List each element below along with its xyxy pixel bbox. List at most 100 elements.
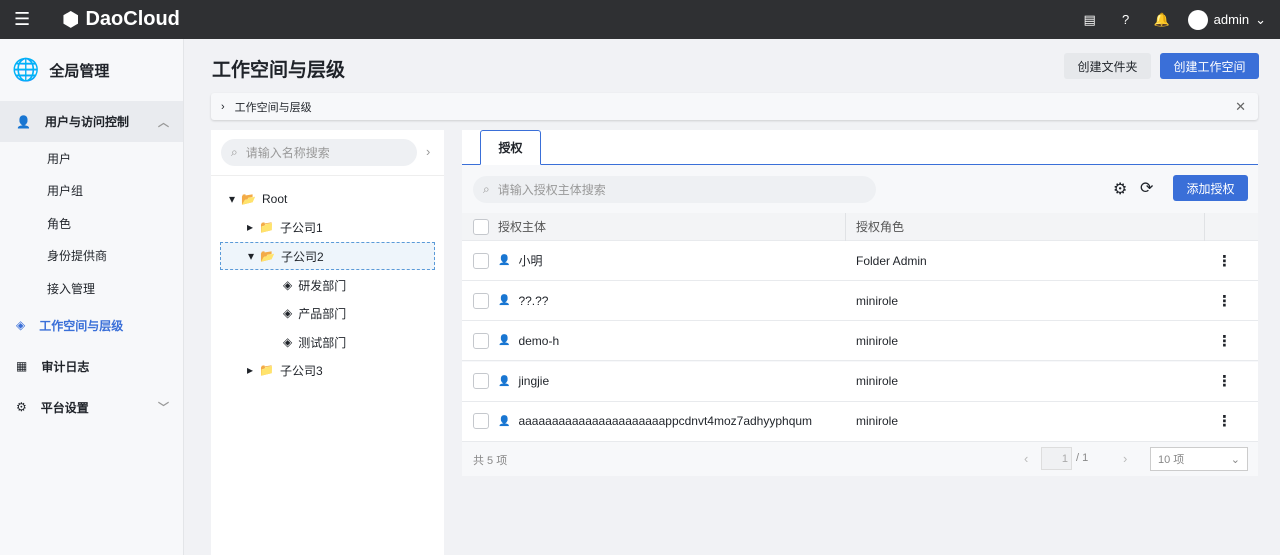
table-row: 👤 demo-h minirole ⋮ xyxy=(462,321,1258,362)
page-size-select[interactable]: 10 项 ⌄ xyxy=(1150,447,1248,471)
sidebar-item-roles[interactable]: 角色 xyxy=(0,207,183,240)
sidebar-header: 🌐 全局管理 xyxy=(0,39,183,101)
label: 工作空间与层级 xyxy=(39,318,124,333)
tree-search-input[interactable]: ⌕ 请输入名称搜索 xyxy=(221,139,417,166)
workspace-icon: ◈ xyxy=(283,278,293,292)
user-gear-icon: 👤 xyxy=(16,114,31,129)
tab-authorization[interactable]: 授权 xyxy=(480,130,541,165)
next-page-icon[interactable]: › xyxy=(1123,451,1127,466)
more-actions-icon[interactable]: ⋮ xyxy=(1217,292,1232,310)
role: minirole xyxy=(856,333,899,348)
label: 用户与访问控制 xyxy=(44,115,129,129)
workspace-icon: ◈ xyxy=(283,335,293,349)
search-icon: ⌕ xyxy=(231,145,238,159)
label: 测试部门 xyxy=(298,335,347,350)
tree-node-selected[interactable]: ▾ 📂 子公司2 xyxy=(220,242,435,270)
table-row: 👤 aaaaaaaaaaaaaaaaaaaaaappcdnvt4moz7adhyy… xyxy=(462,401,1258,442)
close-icon[interactable]: ✕ xyxy=(1235,99,1246,115)
authorization-panel: 授权 ⌕ 请输入授权主体搜索 ⚙ ⟳ 添加授权 授权主体 授权角色 👤 小明 Folde… xyxy=(462,130,1258,476)
sidebar-item-users[interactable]: 用户 xyxy=(0,142,183,175)
tree-node[interactable]: ◈ 研发部门 xyxy=(283,271,346,299)
label: 子公司1 xyxy=(279,220,323,235)
sidebar-item-access-control[interactable]: 👤 用户与访问控制 ︿ xyxy=(0,101,183,142)
caret-down-icon: ▾ xyxy=(248,249,255,263)
folder-icon: 📂 xyxy=(260,249,275,263)
globe-icon: 🌐 xyxy=(12,57,40,82)
tree-node[interactable]: ◈ 测试部门 xyxy=(283,328,346,356)
caret-right-icon: ▸ xyxy=(247,363,254,377)
sidebar-item-access[interactable]: 接入管理 xyxy=(0,272,183,305)
tree-node[interactable]: ◈ 产品部门 xyxy=(283,299,346,327)
settings-icon[interactable]: ⚙ xyxy=(1113,179,1127,199)
page-title: 工作空间与层级 xyxy=(212,60,346,81)
role: minirole xyxy=(856,374,899,389)
create-workspace-button[interactable]: 创建工作空间 xyxy=(1160,53,1259,79)
sidebar-item-idp[interactable]: 身份提供商 xyxy=(0,240,183,273)
more-actions-icon[interactable]: ⋮ xyxy=(1217,332,1232,350)
breadcrumb-item[interactable]: 工作空间与层级 xyxy=(235,99,312,115)
subject-search-input[interactable]: ⌕ 请输入授权主体搜索 xyxy=(473,176,876,203)
select-all-checkbox[interactable] xyxy=(473,218,489,235)
daocloud-logo-icon: ⬢ xyxy=(62,9,80,31)
more-actions-icon[interactable]: ⋮ xyxy=(1217,372,1232,390)
row-checkbox[interactable] xyxy=(473,413,489,430)
user-menu[interactable]: admin ⌄ xyxy=(1187,9,1266,30)
role: Folder Admin xyxy=(856,253,927,268)
total-count: 共 5 项 xyxy=(473,455,508,467)
sidebar-item-groups[interactable]: 用户组 xyxy=(0,175,183,208)
page-size-value: 10 项 xyxy=(1158,454,1185,466)
row-checkbox[interactable] xyxy=(473,252,489,269)
chevron-down-icon: ﹀ xyxy=(158,402,169,414)
tree-node-root[interactable]: ▾ 📂 Root xyxy=(229,185,287,213)
placeholder: 请输入授权主体搜索 xyxy=(497,183,606,197)
tree-node[interactable]: ▸ 📁 子公司1 xyxy=(247,213,323,241)
column-header-role: 授权角色 xyxy=(856,220,905,234)
subject: aaaaaaaaaaaaaaaaaaaaaappcdnvt4moz7adhyyp… xyxy=(518,414,813,429)
row-checkbox[interactable] xyxy=(473,292,489,309)
chart-icon: ▦ xyxy=(16,359,28,373)
brand-name: DaoCloud xyxy=(85,8,180,30)
sidebar-title: 全局管理 xyxy=(49,62,110,80)
refresh-icon[interactable]: ⟳ xyxy=(1140,178,1153,198)
help-icon[interactable]: ? xyxy=(1116,10,1136,30)
prev-page-icon[interactable]: ‹ xyxy=(1024,451,1028,466)
folder-tree: ⌕ 请输入名称搜索 › ▾ 📂 Root ▸ 📁 子公司1 ▾ 📂 子公司2 ◈ 研发部门 ◈ 产… xyxy=(211,130,444,555)
folder-icon: 📂 xyxy=(241,192,256,206)
workspace-icon: ◈ xyxy=(283,306,293,320)
label: 审计日志 xyxy=(41,359,90,374)
menu-icon[interactable]: ☰ xyxy=(14,9,32,30)
label: 研发部门 xyxy=(298,278,347,293)
more-actions-icon[interactable]: ⋮ xyxy=(1217,252,1232,270)
subject: ??.?? xyxy=(518,293,549,308)
username: admin xyxy=(1213,12,1250,27)
column-header-subject: 授权主体 xyxy=(498,220,547,234)
add-authorization-button[interactable]: 添加授权 xyxy=(1173,175,1248,201)
create-folder-button[interactable]: 创建文件夹 xyxy=(1064,53,1151,79)
row-checkbox[interactable] xyxy=(473,373,489,390)
caret-down-icon: ▾ xyxy=(229,192,236,206)
sidebar-item-workspace[interactable]: ◈ 工作空间与层级 xyxy=(0,305,183,346)
caret-right-icon: ▸ xyxy=(247,220,254,234)
page-input[interactable]: 1 xyxy=(1041,447,1072,470)
collapse-icon[interactable]: › xyxy=(426,144,430,159)
logo[interactable]: ⬢ DaoCloud xyxy=(62,7,180,32)
row-checkbox[interactable] xyxy=(473,332,489,349)
more-actions-icon[interactable]: ⋮ xyxy=(1217,412,1232,430)
subject: 小明 xyxy=(518,254,543,268)
sidebar: 🌐 全局管理 👤 用户与访问控制 ︿ 用户 用户组 角色 身份提供商 接入管理 ◈ 工作… xyxy=(0,39,184,555)
bell-icon[interactable]: 🔔 xyxy=(1152,10,1172,30)
label: 子公司2 xyxy=(280,249,324,264)
workspace-icon: ◈ xyxy=(16,318,26,332)
message-icon[interactable]: ▤ xyxy=(1080,10,1100,30)
chevron-down-icon: ⌄ xyxy=(1230,453,1240,466)
tree-node[interactable]: ▸ 📁 子公司3 xyxy=(247,356,323,384)
table-row: 👤 jingjie minirole ⋮ xyxy=(462,361,1258,402)
sidebar-item-settings[interactable]: ⚙ 平台设置 ﹀ xyxy=(0,387,183,428)
role: minirole xyxy=(856,293,899,308)
folder-icon: 📁 xyxy=(259,363,274,377)
chevron-up-icon: ︿ xyxy=(158,116,169,129)
sidebar-item-audit[interactable]: ▦ 审计日志 xyxy=(0,346,183,387)
label: 子公司3 xyxy=(279,363,323,378)
user-icon: 👤 xyxy=(498,335,511,347)
placeholder: 请输入名称搜索 xyxy=(245,146,330,160)
